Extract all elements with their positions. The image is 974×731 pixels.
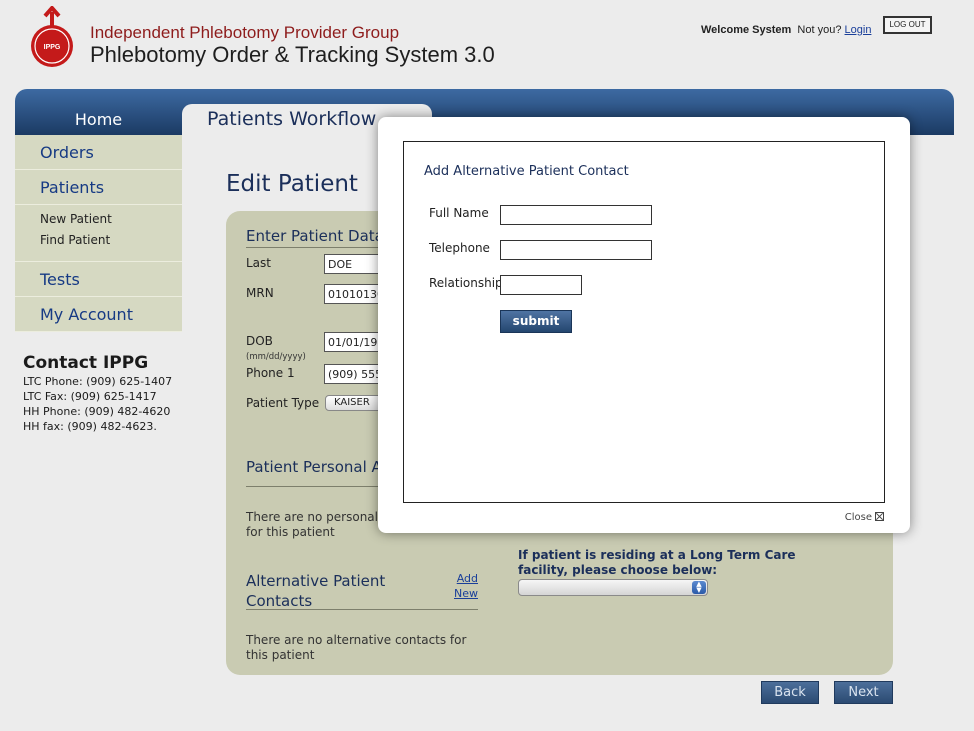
close-button[interactable]: Close [845,512,884,523]
login-link[interactable]: Login [845,24,872,36]
sidebar-item-tests[interactable]: Tests [15,262,182,297]
relationship-input[interactable] [500,275,582,295]
next-button[interactable]: Next [834,681,893,704]
contact-title: Contact IPPG [23,353,149,373]
mrn-label: MRN [246,286,274,300]
page-title: Edit Patient [226,171,358,197]
ltc-facility-select[interactable]: ▲ ▼ [518,579,708,596]
contact-hh-phone: HH Phone: (909) 482-4620 [23,405,171,418]
app-title: Phlebotomy Order & Tracking System 3.0 [90,42,495,67]
close-label: Close [844,512,872,523]
back-button[interactable]: Back [761,681,819,704]
patient-type-label: Patient Type [246,396,320,410]
contact-ltc-phone: LTC Phone: (909) 625-1407 [23,375,173,388]
contact-ltc-fax: LTC Fax: (909) 625-1417 [23,390,157,403]
logout-button[interactable]: LOG OUT [883,16,932,34]
last-label: Last [246,256,271,270]
dob-format-hint: (mm/dd/yyyy) [246,352,306,362]
tab-home[interactable]: Home [15,104,182,135]
alt-contacts-title-line2: Contacts [246,592,313,610]
alt-contacts-title: Alternative Patient Contacts [246,571,385,611]
relationship-label: Relationship [429,276,503,290]
submit-button[interactable]: submit [500,310,572,333]
not-you-label: Not you? [797,24,842,36]
ippg-logo-icon: IPPG [31,6,73,67]
full-name-label: Full Name [429,206,489,220]
modal-content: Add Alternative Patient Contact Full Nam… [403,141,885,503]
sidebar-subitem-new-patient[interactable]: New Patient [15,209,182,230]
telephone-input[interactable] [500,240,652,260]
section-divider [246,609,478,610]
enter-data-title: Enter Patient Data [246,227,384,245]
add-new-contact-link[interactable]: Add New [450,571,478,601]
add-new-line2: New [454,587,478,600]
telephone-label: Telephone [429,241,490,255]
add-new-line1: Add [456,572,478,585]
welcome-label: Welcome System [701,24,792,36]
welcome-area: Welcome System Not you? Login [701,24,871,36]
add-contact-modal: Add Alternative Patient Contact Full Nam… [378,117,910,533]
ltc-facility-label: If patient is residing at a Long Term Ca… [518,548,796,577]
contact-hh-fax: HH fax: (909) 482-4623. [23,420,157,433]
sidebar-subitem-find-patient[interactable]: Find Patient [15,230,182,251]
org-name: Independent Phlebotomy Provider Group [90,23,400,42]
modal-title: Add Alternative Patient Contact [424,164,629,179]
close-icon [875,512,884,521]
logo-text: IPPG [44,44,61,51]
sidebar-item-patients[interactable]: Patients [15,170,182,205]
sidebar-group-top: Orders Patients New Patient Find Patient… [15,135,182,332]
sidebar-item-my-account[interactable]: My Account [15,297,182,332]
alt-contacts-title-line1: Alternative Patient [246,572,386,590]
sidebar-item-orders[interactable]: Orders [15,135,182,170]
phone1-label: Phone 1 [246,366,295,380]
alt-contacts-note: There are no alternative contacts for th… [246,633,467,662]
dob-label: DOB [246,334,273,348]
full-name-input[interactable] [500,205,652,225]
select-arrows-icon: ▲ ▼ [692,581,706,594]
